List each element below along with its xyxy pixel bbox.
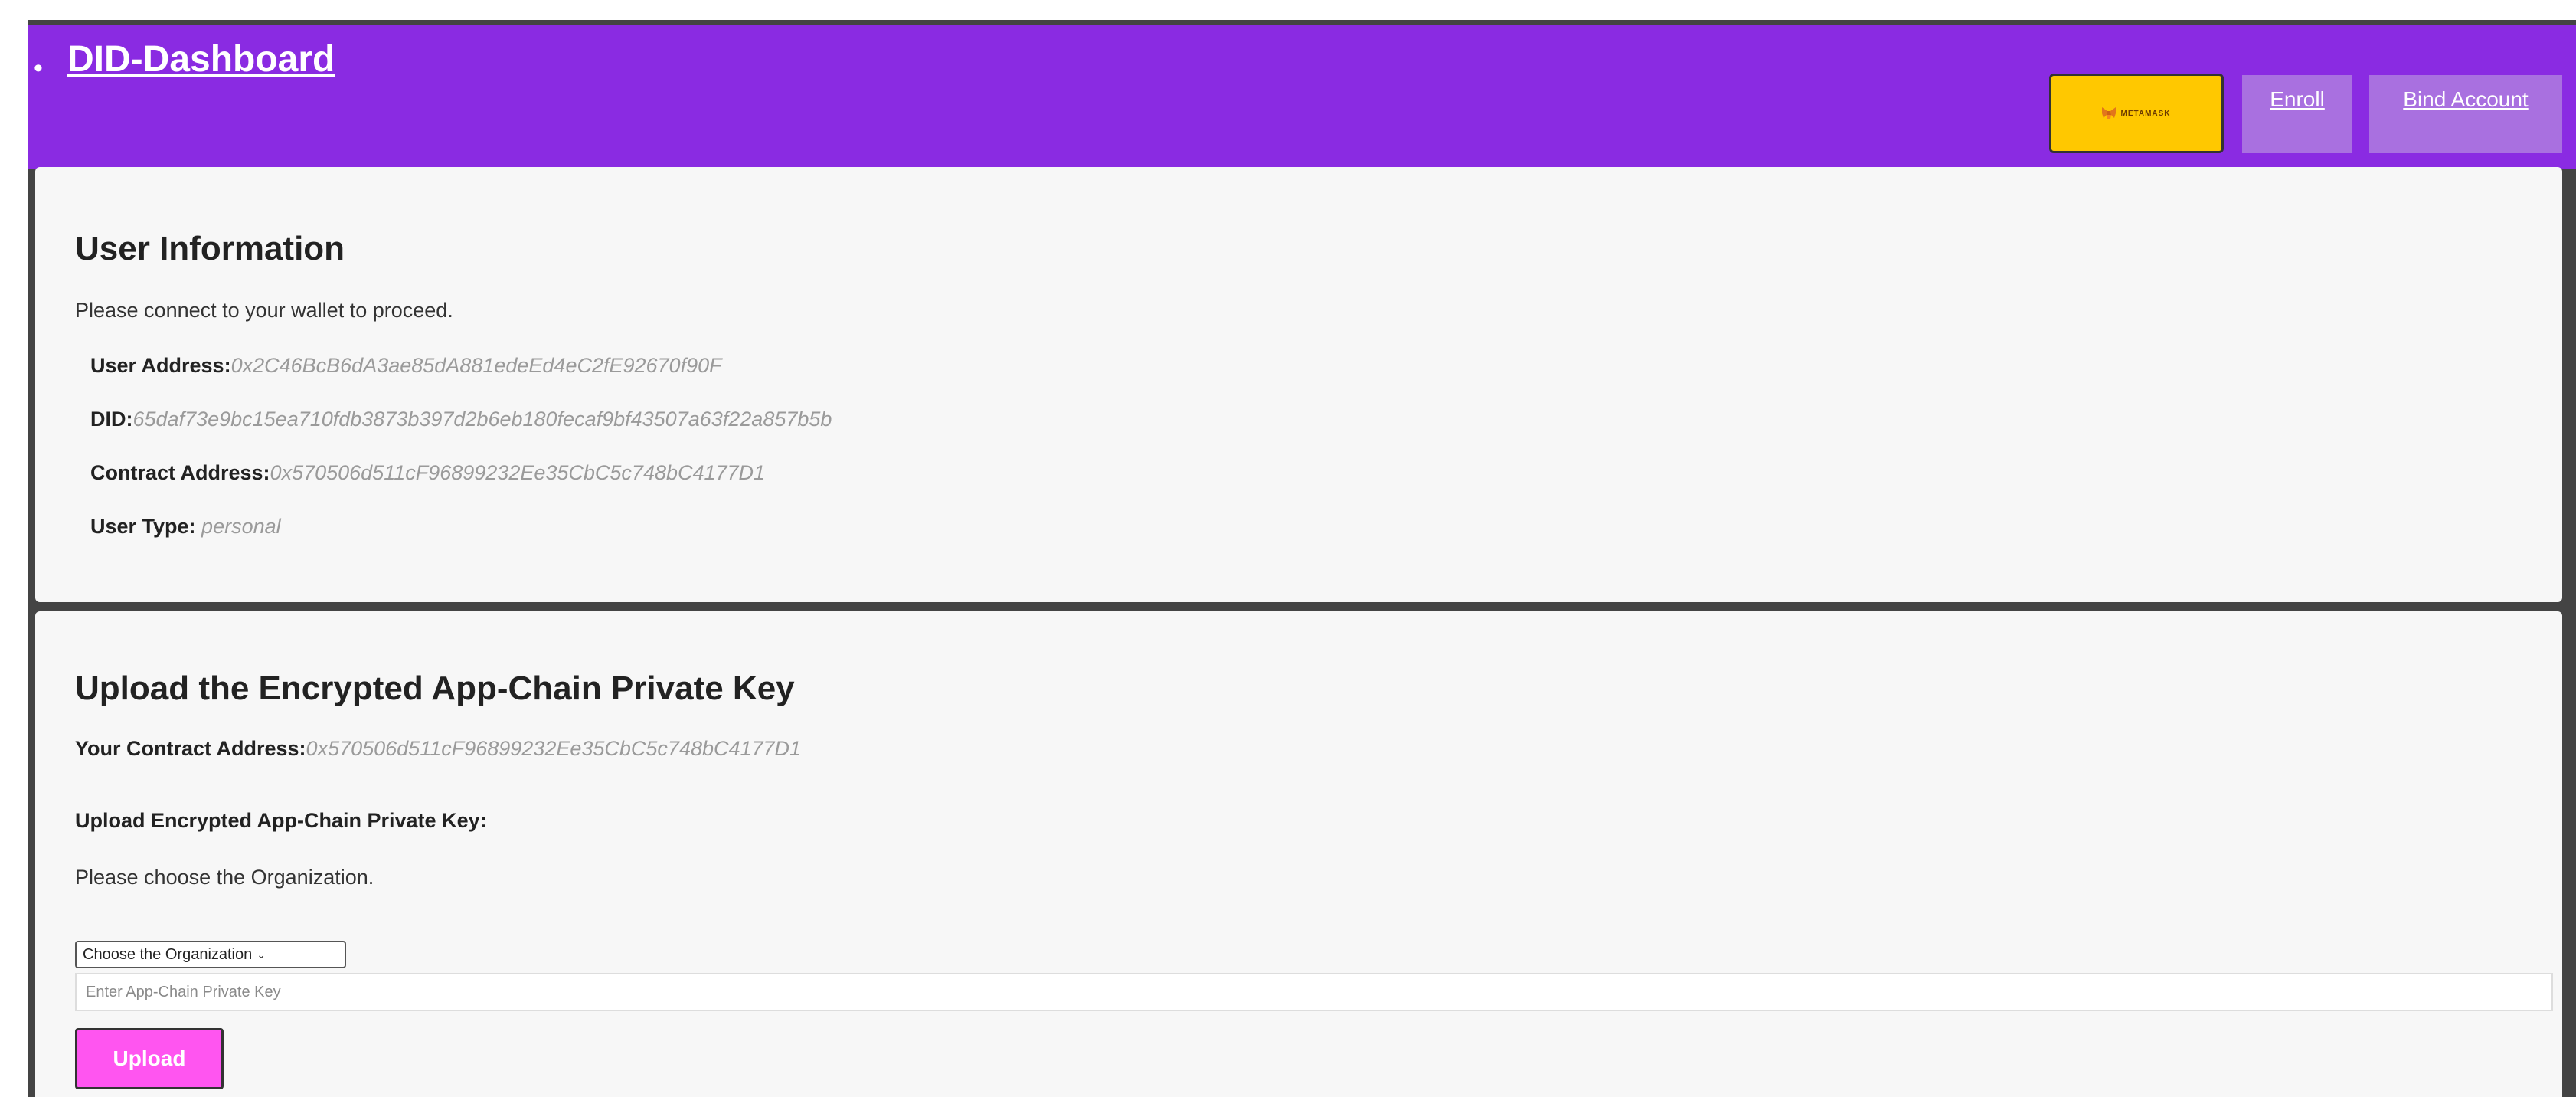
bind-account-button[interactable]: Bind Account [2369,75,2562,153]
organization-select[interactable]: Choose the Organization ⌄ [75,941,346,968]
metamask-label: METAMASK [2120,109,2171,118]
upload-section-label: Upload Encrypted App-Chain Private Key: [75,809,487,832]
contract-address-label: Contract Address: [90,461,270,484]
user-type-row: User Type: personal [90,515,281,539]
user-address-row: User Address:0x2C46BcB6dA3ae85dA881edeEd… [90,354,722,378]
contract-address-row: Contract Address:0x570506d511cF96899232E… [90,461,765,485]
metamask-connect-button[interactable]: METAMASK [2049,74,2224,153]
upload-key-title: Upload the Encrypted App-Chain Private K… [75,670,795,707]
did-value: 65daf73e9bc15ea710fdb3873b397d2b6eb180fe… [132,408,832,431]
choose-organization-prompt: Please choose the Organization. [75,866,374,889]
user-address-label: User Address: [90,354,231,377]
brand-link[interactable]: DID-Dashboard [67,38,335,80]
your-contract-address-row: Your Contract Address:0x570506d511cF9689… [75,737,801,761]
top-navbar: • DID-Dashboard METAMASK Enroll Bind Acc… [28,25,2576,169]
organization-select-value: Choose the Organization [83,945,253,963]
bullet-icon: • [34,54,43,83]
your-contract-address-value: 0x570506d511cF96899232Ee35CbC5c748bC4177… [306,737,802,760]
app-window: • DID-Dashboard METAMASK Enroll Bind Acc… [28,20,2576,1097]
user-type-value: personal [201,515,281,538]
metamask-fox-icon [2102,107,2117,119]
upload-button[interactable]: Upload [75,1028,224,1089]
private-key-input[interactable] [75,973,2553,1011]
contract-address-value: 0x570506d511cF96899232Ee35CbC5c748bC4177… [270,461,766,484]
upload-key-card: Upload the Encrypted App-Chain Private K… [35,611,2562,1097]
enroll-button[interactable]: Enroll [2242,75,2352,153]
chevron-down-icon: ⌄ [257,948,266,961]
user-information-card: User Information Please connect to your … [35,167,2562,602]
did-row: DID:65daf73e9bc15ea710fdb3873b397d2b6eb1… [90,408,832,431]
your-contract-address-label: Your Contract Address: [75,737,306,760]
user-address-value: 0x2C46BcB6dA3ae85dA881edeEd4eC2fE92670f9… [230,354,722,377]
did-label: DID: [90,408,133,431]
user-information-title: User Information [75,230,345,267]
user-type-label: User Type: [90,515,202,538]
connect-wallet-prompt: Please connect to your wallet to proceed… [75,299,453,322]
